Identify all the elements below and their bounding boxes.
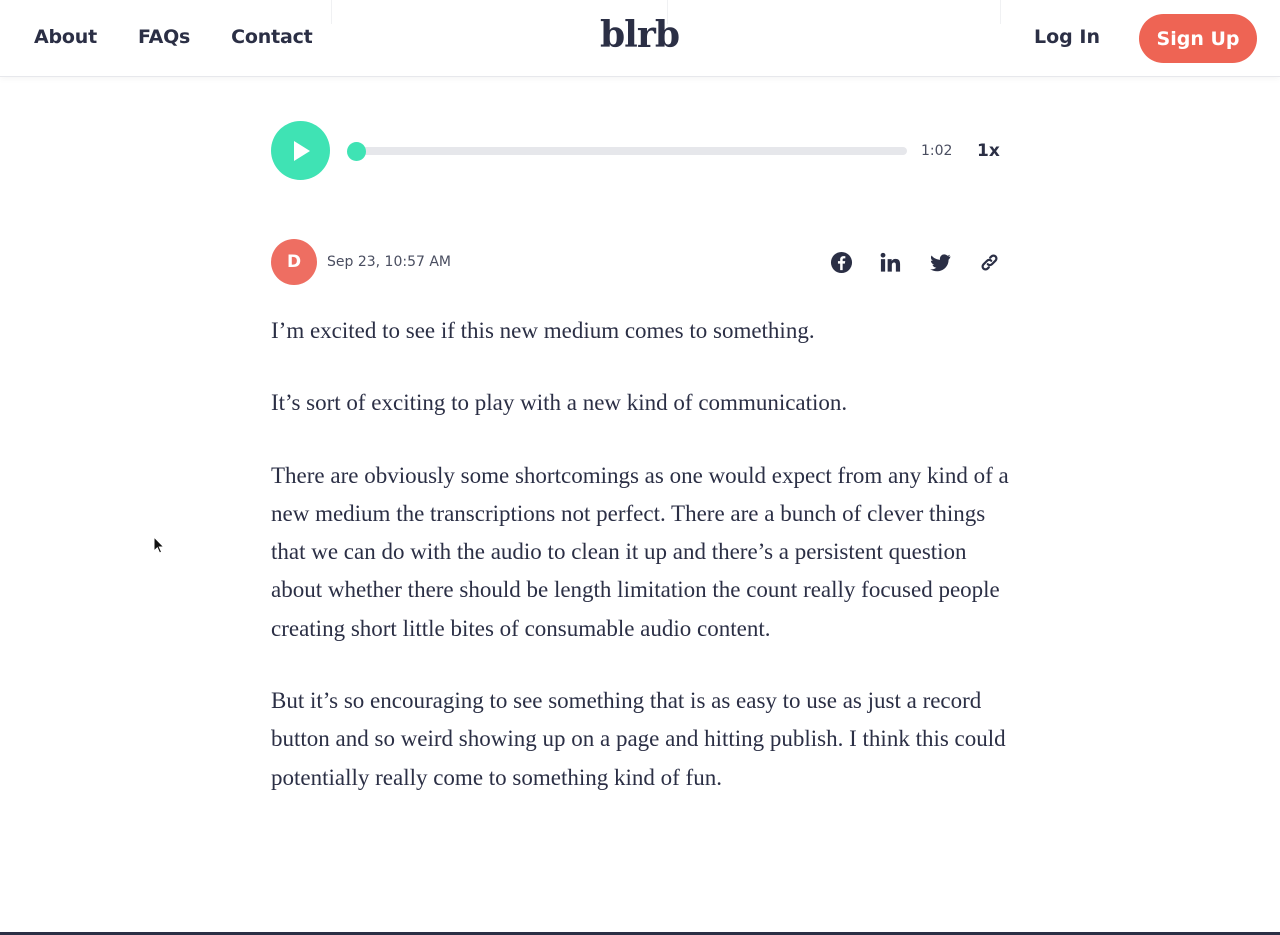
facebook-icon (830, 251, 852, 273)
progress-handle[interactable] (347, 142, 366, 161)
nav-about-link[interactable]: About (34, 26, 97, 48)
mouse-cursor-icon (153, 536, 165, 554)
playback-time: 1:02 (921, 143, 953, 159)
twitter-share-button[interactable] (927, 249, 953, 275)
copy-link-button[interactable] (976, 249, 1002, 275)
login-link[interactable]: Log In (1034, 26, 1100, 48)
signup-button[interactable]: Sign Up (1139, 14, 1257, 63)
header-divider (331, 0, 332, 24)
playback-speed-button[interactable]: 1x (977, 141, 1000, 161)
site-logo[interactable]: blrb (600, 14, 680, 56)
post-paragraph: I’m excited to see if this new medium co… (271, 318, 815, 343)
post-paragraph: But it’s so encouraging to see something… (271, 688, 1006, 790)
link-icon (981, 254, 997, 270)
main-nav: About FAQs Contact (34, 26, 313, 48)
header-divider (1000, 0, 1001, 24)
post-body: I’m excited to see if this new medium co… (271, 312, 1011, 831)
twitter-icon (929, 253, 951, 271)
nav-contact-link[interactable]: Contact (231, 26, 313, 48)
linkedin-icon (880, 252, 900, 272)
progress-track[interactable] (352, 147, 907, 155)
post-paragraph: There are obviously some shortcomings as… (271, 462, 1009, 641)
post-paragraph: It’s sort of exciting to play with a new… (271, 390, 848, 416)
play-icon (293, 140, 310, 161)
post-date: Sep 23, 10:57 AM (327, 254, 452, 270)
play-button[interactable] (271, 121, 330, 180)
linkedin-share-button[interactable] (877, 249, 903, 275)
facebook-share-button[interactable] (828, 249, 854, 275)
site-header: About FAQs Contact blrb Log In Sign Up (0, 0, 1280, 77)
nav-faqs-link[interactable]: FAQs (138, 26, 190, 48)
author-avatar[interactable]: D (271, 239, 317, 285)
